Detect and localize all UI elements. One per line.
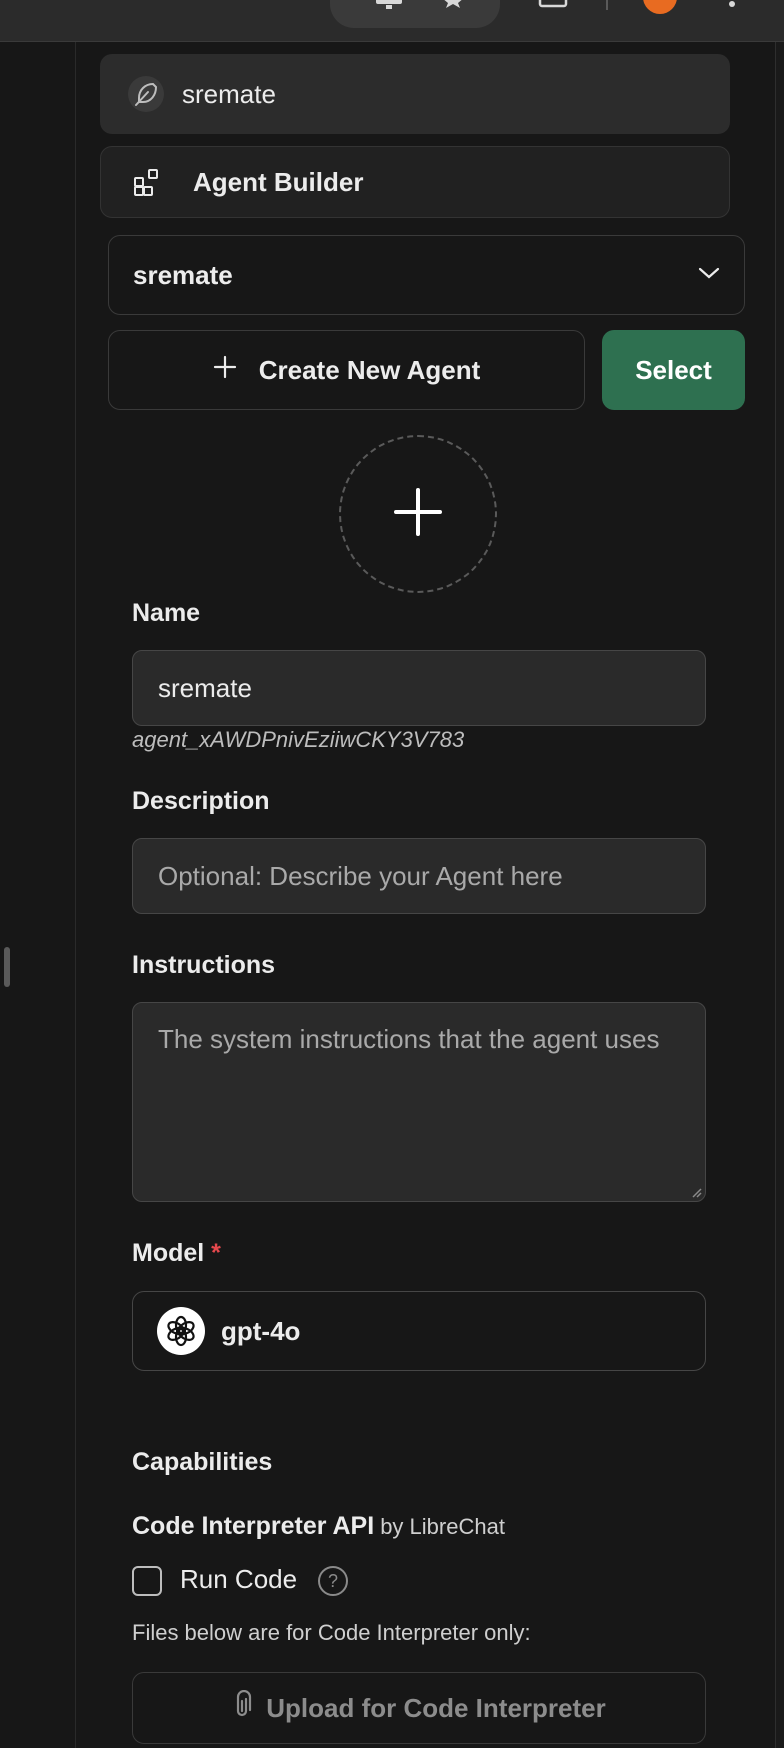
kebab-menu-icon[interactable] bbox=[728, 0, 736, 14]
code-interpreter-title: Code Interpreter API by LibreChat bbox=[132, 1512, 505, 1541]
blocks-icon bbox=[129, 164, 165, 200]
scrollbar-track[interactable] bbox=[775, 42, 784, 1748]
help-circle-icon[interactable]: ? bbox=[318, 1566, 348, 1596]
current-agent-label: sremate bbox=[182, 78, 276, 109]
left-rail bbox=[0, 42, 76, 1748]
agent-id-text: agent_xAWDPnivEziiwCKY3V783 bbox=[132, 727, 465, 752]
agent-side-panel: sremate Agent Builder sremate Create New… bbox=[76, 42, 775, 1748]
code-interpreter-by: by LibreChat bbox=[380, 1514, 505, 1539]
agent-builder-label: Agent Builder bbox=[193, 166, 364, 197]
code-interpreter-title-text: Code Interpreter API bbox=[132, 1512, 375, 1540]
agent-avatar-upload[interactable] bbox=[339, 435, 497, 593]
openai-logo-icon bbox=[157, 1307, 205, 1355]
window-icon[interactable] bbox=[538, 0, 568, 12]
name-label: Name bbox=[132, 599, 201, 627]
current-agent-item[interactable]: sremate bbox=[100, 54, 730, 134]
name-input[interactable]: sremate bbox=[132, 650, 706, 726]
upload-label: Upload for Code Interpreter bbox=[266, 1692, 606, 1723]
agent-select-value: sremate bbox=[133, 259, 233, 290]
agent-select-dropdown[interactable]: sremate bbox=[108, 235, 745, 315]
description-input[interactable]: Optional: Describe your Agent here bbox=[132, 838, 706, 914]
toolbar-pill bbox=[330, 0, 500, 28]
run-code-checkbox[interactable] bbox=[132, 1566, 162, 1596]
star-icon[interactable] bbox=[440, 0, 466, 12]
profile-avatar[interactable] bbox=[643, 0, 677, 14]
instructions-label: Instructions bbox=[132, 951, 276, 979]
select-button[interactable]: Select bbox=[602, 330, 745, 410]
create-new-agent-label: Create New Agent bbox=[258, 354, 481, 385]
run-code-label[interactable]: Run Code bbox=[180, 1564, 297, 1595]
toolbar-separator bbox=[606, 0, 608, 10]
chevron-down-icon bbox=[698, 266, 720, 285]
browser-toolbar bbox=[0, 0, 784, 42]
capabilities-label: Capabilities bbox=[132, 1448, 273, 1476]
required-asterisk: * bbox=[211, 1239, 221, 1267]
plus-icon bbox=[393, 487, 443, 542]
create-new-agent-button[interactable]: Create New Agent bbox=[108, 330, 585, 410]
files-note: Files below are for Code Interpreter onl… bbox=[132, 1620, 531, 1645]
model-label-text: Model bbox=[132, 1239, 205, 1267]
resize-grip-icon[interactable] bbox=[690, 1186, 702, 1198]
upload-code-interpreter-button[interactable]: Upload for Code Interpreter bbox=[132, 1672, 706, 1744]
model-label: Model * bbox=[132, 1239, 221, 1268]
description-label: Description bbox=[132, 787, 270, 815]
instructions-textarea[interactable]: The system instructions that the agent u… bbox=[132, 1002, 706, 1202]
agent-builder-item[interactable]: Agent Builder bbox=[100, 146, 730, 218]
model-select[interactable]: gpt-4o bbox=[132, 1291, 706, 1371]
resize-handle[interactable] bbox=[4, 947, 10, 987]
model-value: gpt-4o bbox=[221, 1315, 301, 1346]
plus-icon bbox=[213, 355, 237, 386]
instructions-placeholder: The system instructions that the agent u… bbox=[158, 1024, 660, 1054]
paperclip-icon bbox=[232, 1689, 252, 1727]
monitor-icon[interactable] bbox=[374, 0, 404, 14]
feather-icon bbox=[128, 76, 164, 112]
